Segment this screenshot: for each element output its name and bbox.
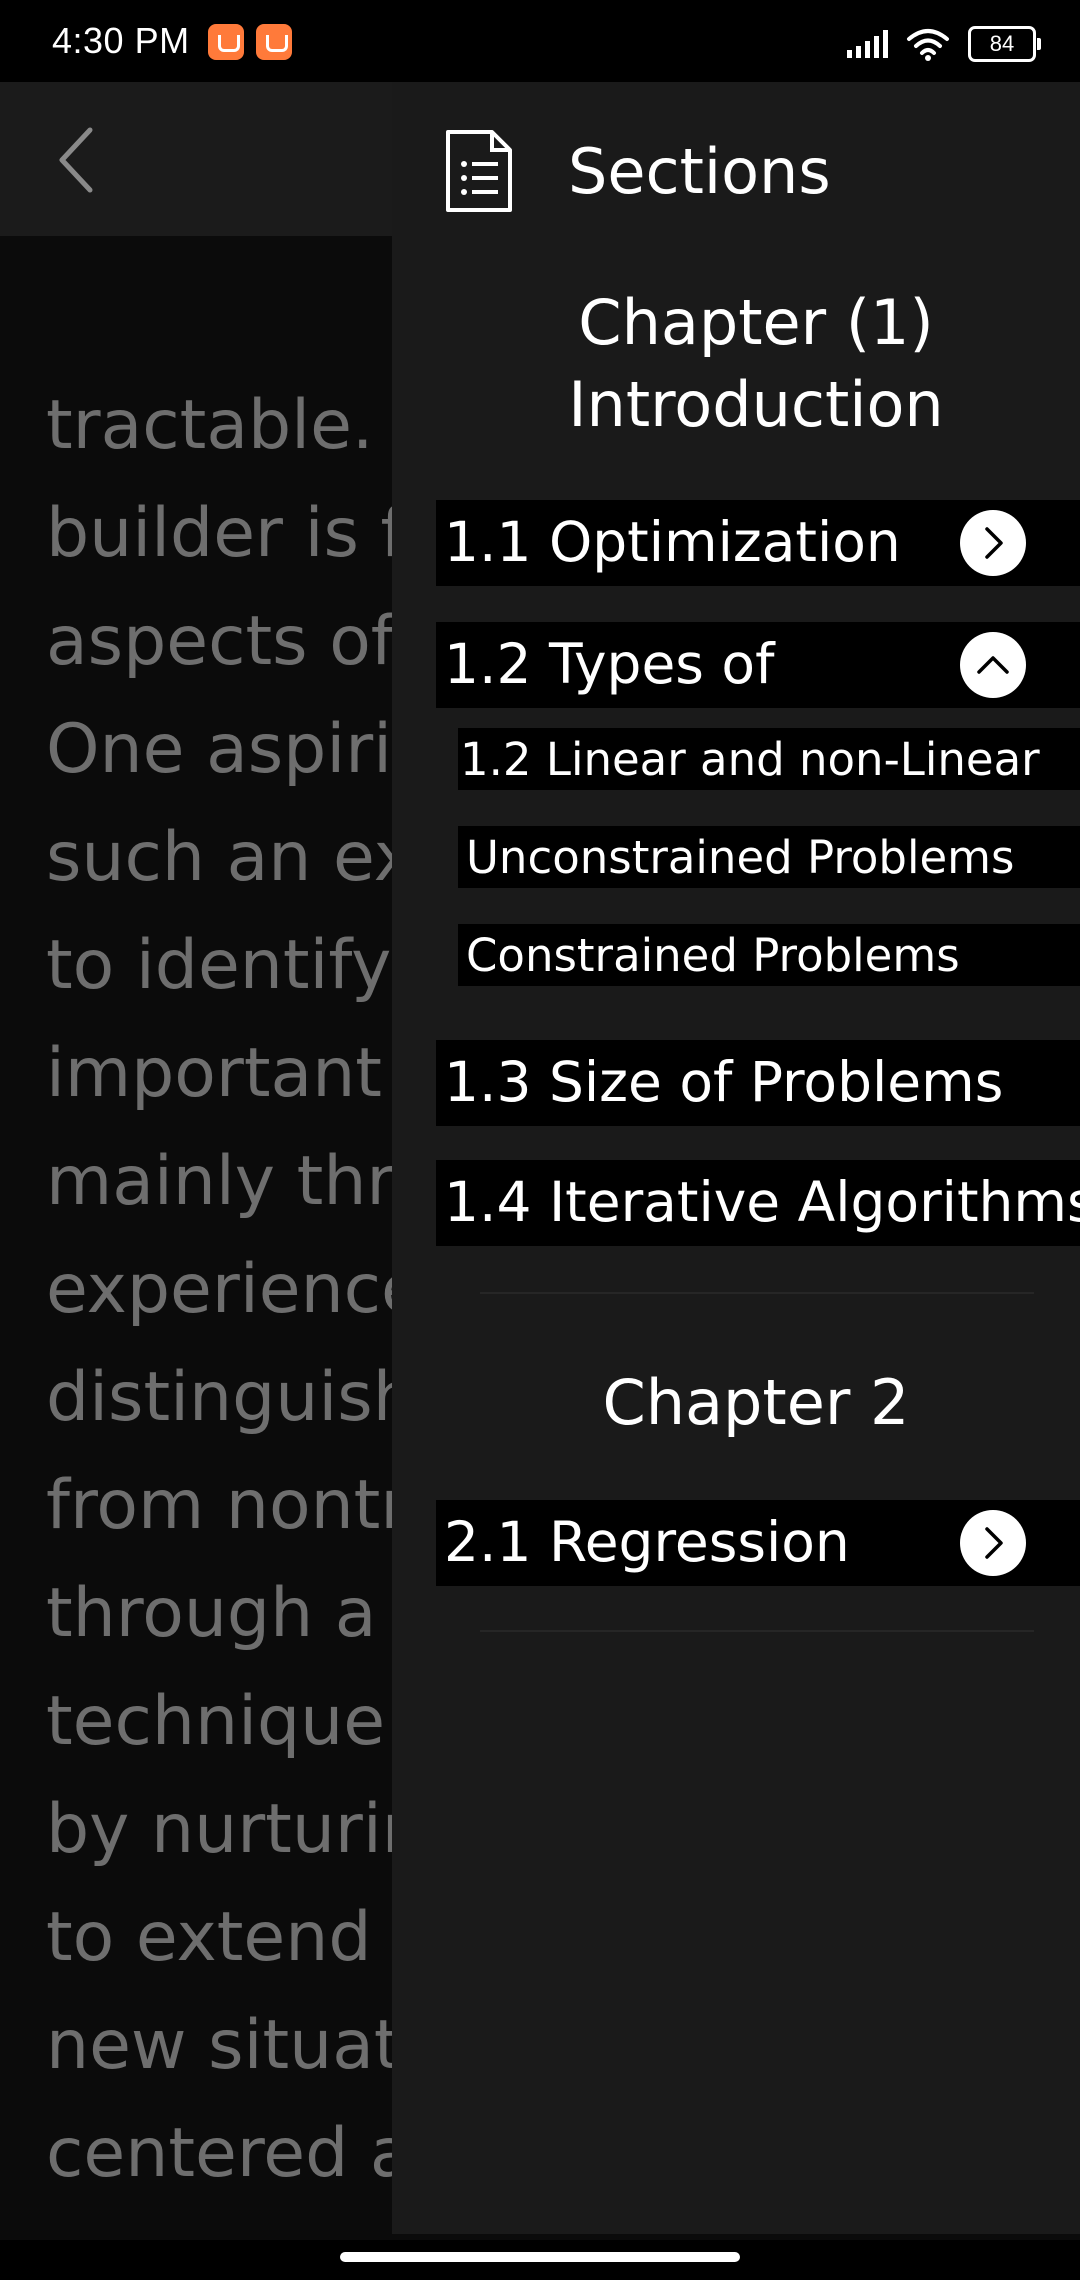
collapse-button[interactable] — [960, 632, 1026, 698]
chevron-right-icon — [985, 1527, 1003, 1559]
section-label: 1.1 Optimization — [444, 510, 901, 574]
section-label: 1.4 Iterative Algorithms — [444, 1170, 1080, 1234]
section-label: 1.3 Size of Problems — [444, 1050, 1004, 1114]
chapter-2-number: Chapter 2 — [602, 1366, 910, 1439]
subsection-item[interactable]: 1.2 Linear and non-Linear — [458, 728, 1080, 790]
divider — [480, 1292, 1034, 1294]
subsection-label: 1.2 Linear and non-Linear — [460, 733, 1040, 786]
notification-app-icon — [256, 24, 292, 60]
chapter-2-title: Chapter 2 — [396, 1362, 1080, 1444]
drawer-header: Sections — [392, 82, 1080, 262]
section-item-1-4[interactable]: 1.4 Iterative Algorithms — [436, 1160, 1080, 1246]
chapter-1-title: Chapter (1) Introduction — [396, 282, 1080, 446]
section-item-1-2[interactable]: 1.2 Types of — [436, 622, 1080, 708]
wifi-icon — [907, 29, 949, 61]
status-time: 4:30 PM — [52, 20, 190, 61]
chevron-right-icon — [985, 527, 1003, 559]
subsection-item[interactable]: Constrained Problems — [458, 924, 1080, 986]
expand-button[interactable] — [960, 1510, 1026, 1576]
chapter-1-name: Introduction — [568, 368, 944, 441]
home-indicator[interactable] — [340, 2252, 740, 2262]
expand-button[interactable] — [960, 510, 1026, 576]
battery-icon: 84 — [968, 26, 1041, 62]
notification-app-icon — [208, 24, 244, 60]
signal-icon — [847, 30, 888, 58]
subsection-label: Constrained Problems — [466, 929, 960, 982]
subsection-label: Unconstrained Problems — [466, 831, 1015, 884]
divider — [480, 1630, 1034, 1632]
chevron-left-icon[interactable] — [46, 120, 106, 200]
chapter-1-number: Chapter (1) — [578, 286, 934, 359]
section-item-1-3[interactable]: 1.3 Size of Problems — [436, 1040, 1080, 1126]
section-item-1-1[interactable]: 1.1 Optimization — [436, 500, 1080, 586]
chevron-up-icon — [977, 656, 1009, 674]
battery-level: 84 — [989, 31, 1015, 56]
subsection-item[interactable]: Unconstrained Problems — [458, 826, 1080, 888]
document-list-icon — [446, 130, 512, 212]
status-icons: 84 — [847, 24, 1041, 64]
section-label: 2.1 Regression — [444, 1510, 850, 1574]
section-item-2-1[interactable]: 2.1 Regression — [436, 1500, 1080, 1586]
status-bar: 4:30 PM 84 — [0, 0, 1080, 82]
drawer-title: Sections — [568, 135, 831, 208]
section-label: 1.2 Types of — [444, 632, 775, 696]
